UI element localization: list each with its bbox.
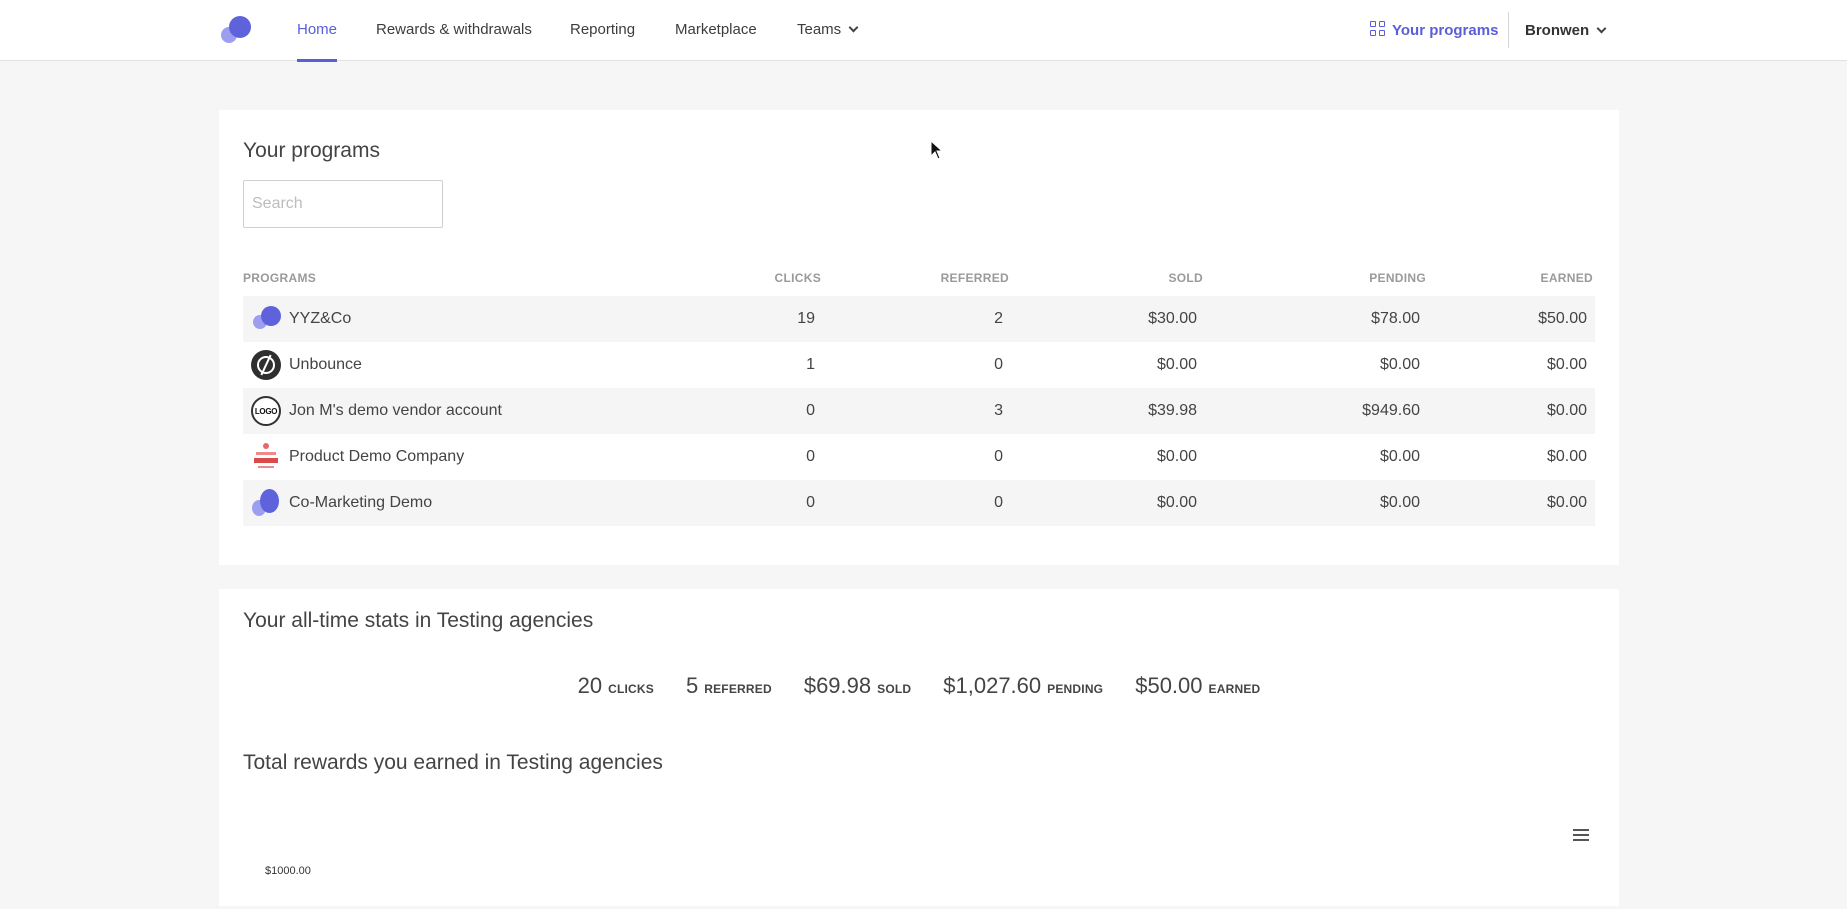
- program-cell[interactable]: YYZ&Co: [251, 304, 665, 334]
- top-nav: Home Rewards & withdrawals Reporting Mar…: [0, 0, 1847, 62]
- program-cell[interactable]: Product Demo Company: [251, 442, 665, 472]
- header-pending[interactable]: PENDING: [1205, 260, 1428, 296]
- chevron-down-icon: [848, 22, 859, 33]
- rewards-chart: $1000.00: [243, 799, 1595, 909]
- referred-cell: 0: [994, 448, 1003, 465]
- rewards-title: Total rewards you earned in Testing agen…: [243, 751, 663, 774]
- table-header-row: PROGRAMS CLICKS REFERRED SOLD PENDING EA…: [243, 260, 1595, 296]
- table-row[interactable]: YYZ&Co 19 2 $30.00 $78.00 $50.00: [243, 296, 1595, 342]
- sold-cell: $39.98: [1148, 402, 1197, 419]
- earned-cell: $0.00: [1546, 448, 1587, 465]
- yyz-logo: [251, 304, 281, 334]
- nav-divider: [1508, 12, 1509, 48]
- stat-sold: $69.98 SOLD: [803, 673, 912, 698]
- pending-cell: $949.60: [1362, 402, 1420, 419]
- nav-home[interactable]: Home: [297, 0, 338, 62]
- referred-cell: 0: [994, 494, 1003, 511]
- co-marketing-logo: [251, 488, 281, 518]
- sold-cell: $30.00: [1148, 310, 1197, 327]
- nav-teams-label: Teams: [797, 21, 842, 38]
- unbounce-logo: [251, 350, 281, 380]
- earned-cell: $50.00: [1538, 310, 1587, 327]
- clicks-cell: 0: [806, 448, 815, 465]
- program-name[interactable]: Co-Marketing Demo: [289, 494, 432, 512]
- stat-earned: $50.00 EARNED: [1135, 673, 1261, 698]
- sold-cell: $0.00: [1156, 494, 1197, 511]
- clicks-cell: 1: [806, 356, 815, 373]
- pending-cell: $0.00: [1379, 356, 1420, 373]
- table-row[interactable]: Co-Marketing Demo 0 0 $0.00 $0.00 $0.00: [243, 480, 1595, 526]
- earned-cell: $0.00: [1546, 356, 1587, 373]
- table-row[interactable]: Unbounce 1 0 $0.00 $0.00 $0.00: [243, 342, 1595, 388]
- clicks-cell: 0: [806, 402, 815, 419]
- header-clicks[interactable]: CLICKS: [673, 260, 823, 296]
- referred-cell: 3: [994, 402, 1003, 419]
- nav-marketplace[interactable]: Marketplace: [675, 0, 757, 61]
- stat-referred: 5 REFERRED: [685, 673, 772, 698]
- program-cell[interactable]: LOGO Jon M's demo vendor account: [251, 396, 665, 426]
- stats-card: Your all-time stats in Testing agencies …: [219, 589, 1619, 906]
- search-input[interactable]: [243, 180, 443, 228]
- clicks-cell: 0: [806, 494, 815, 511]
- nav-reporting[interactable]: Reporting: [570, 0, 635, 61]
- header-earned[interactable]: EARNED: [1428, 260, 1595, 296]
- brand-logo-large-circle: [229, 16, 251, 38]
- pending-cell: $0.00: [1379, 494, 1420, 511]
- referred-cell: 2: [994, 310, 1003, 327]
- menu-icon[interactable]: [1573, 829, 1589, 841]
- stat-pending: $1,027.60 PENDING: [943, 673, 1104, 698]
- user-name: Bronwen: [1525, 22, 1590, 39]
- header-sold[interactable]: SOLD: [1011, 260, 1205, 296]
- stat-clicks: 20 CLICKS: [577, 673, 654, 698]
- referred-cell: 0: [994, 356, 1003, 373]
- product-demo-logo: [251, 442, 281, 472]
- nav-rewards-withdrawals[interactable]: Rewards & withdrawals: [376, 0, 532, 61]
- earned-cell: $0.00: [1546, 494, 1587, 511]
- program-name[interactable]: Unbounce: [289, 356, 362, 374]
- your-programs-link[interactable]: Your programs: [1370, 0, 1498, 61]
- table-row[interactable]: Product Demo Company 0 0 $0.00 $0.00 $0.…: [243, 434, 1595, 480]
- nav-teams[interactable]: Teams: [797, 0, 859, 61]
- program-name[interactable]: YYZ&Co: [289, 310, 351, 328]
- programs-table: PROGRAMS CLICKS REFERRED SOLD PENDING EA…: [243, 260, 1595, 526]
- stats-title: Your all-time stats in Testing agencies: [243, 609, 594, 632]
- stats-summary: 20 CLICKS 5 REFERRED $69.98 SOLD $1,027.60 P…: [219, 673, 1619, 699]
- programs-title: Your programs: [243, 139, 380, 162]
- sold-cell: $0.00: [1156, 356, 1197, 373]
- chevron-down-icon: [1596, 23, 1607, 34]
- program-cell[interactable]: Co-Marketing Demo: [251, 488, 665, 518]
- y-tick-label: $1000.00: [265, 865, 311, 877]
- sold-cell: $0.00: [1156, 448, 1197, 465]
- jon-logo: LOGO: [251, 396, 281, 426]
- programs-card: Your programs PROGRAMS CLICKS REFERRED S…: [219, 110, 1619, 565]
- clicks-cell: 19: [797, 310, 815, 327]
- brand-logo[interactable]: [219, 14, 253, 44]
- table-row[interactable]: LOGO Jon M's demo vendor account 0 3 $39…: [243, 388, 1595, 434]
- grid-icon: [1370, 21, 1386, 37]
- your-programs-label: Your programs: [1392, 22, 1499, 39]
- program-name[interactable]: Product Demo Company: [289, 448, 464, 466]
- program-cell[interactable]: Unbounce: [251, 350, 665, 380]
- header-programs[interactable]: PROGRAMS: [243, 260, 673, 296]
- user-menu[interactable]: Bronwen: [1525, 0, 1607, 61]
- pending-cell: $78.00: [1371, 310, 1420, 327]
- header-referred[interactable]: REFERRED: [823, 260, 1011, 296]
- program-name[interactable]: Jon M's demo vendor account: [289, 402, 502, 420]
- pending-cell: $0.00: [1379, 448, 1420, 465]
- earned-cell: $0.00: [1546, 402, 1587, 419]
